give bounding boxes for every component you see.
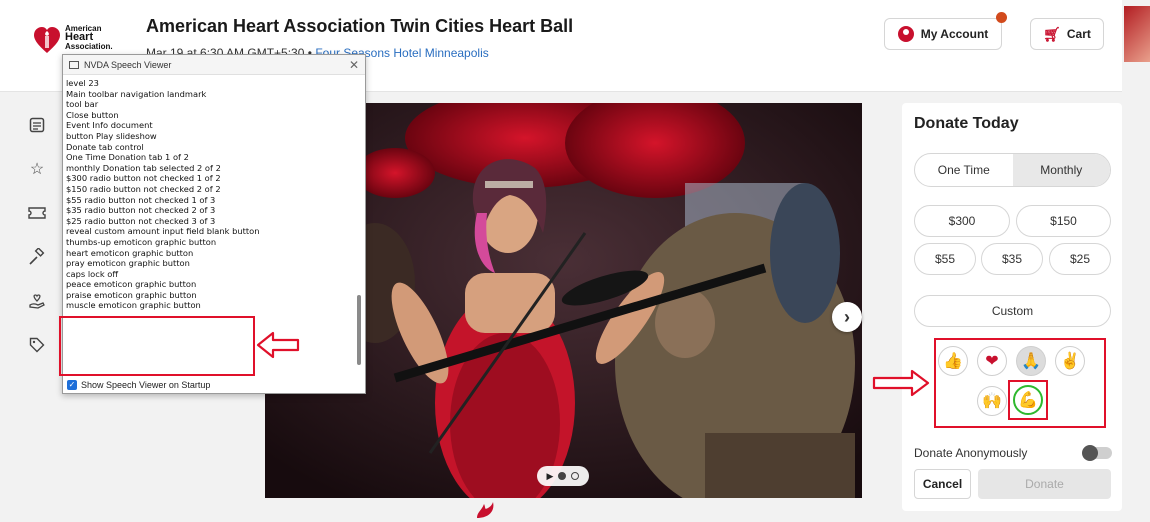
donate-panel: Donate Today One Time Monthly $300 $150 … (902, 103, 1122, 511)
speech-log-line: praise emoticon graphic button (66, 289, 197, 300)
donate-title: Donate Today (914, 115, 1019, 132)
cart-icon: 🛒︎ (1043, 25, 1061, 42)
amount-35-radio[interactable]: $35 (981, 243, 1043, 275)
annotation-highlight-muscle (1008, 380, 1048, 420)
nvda-close-icon[interactable]: ✕ (349, 58, 359, 72)
pray-emoticon-icon[interactable]: 🙏 (1016, 346, 1046, 376)
amount-300-radio[interactable]: $300 (914, 205, 1010, 237)
show-on-startup-checkbox[interactable]: ✓ (67, 380, 77, 390)
donation-frequency-tabs: One Time Monthly (914, 153, 1111, 187)
speech-log-line: monthly Donation tab selected 2 of 2 (66, 162, 221, 173)
ticket-icon[interactable] (22, 198, 52, 228)
speech-log-line: pray emoticon graphic button (66, 258, 190, 269)
my-account-label: My Account (920, 27, 989, 41)
speech-log-line: tool bar (66, 99, 99, 110)
speech-log-line: One Time Donation tab 1 of 2 (66, 152, 189, 163)
speech-log-line: Main toolbar navigation landmark (66, 88, 207, 99)
cart-button[interactable]: 🛒︎ Cart (1030, 18, 1104, 50)
speech-log-line: $25 radio button not checked 3 of 3 (66, 215, 216, 226)
thumbs-up-emoticon-icon[interactable]: 👍 (938, 346, 968, 376)
speech-log-line: Close button (66, 109, 119, 120)
annotation-left-arrow-icon (256, 331, 300, 359)
nvda-app-icon (69, 60, 79, 69)
speech-log-line: Event Info document (66, 120, 153, 131)
star-icon[interactable]: ☆ (22, 154, 52, 184)
donate-anonymously-label: Donate Anonymously (914, 446, 1028, 460)
event-title: American Heart Association Twin Cities H… (146, 16, 574, 36)
nvda-scrollbar-thumb[interactable] (357, 295, 361, 365)
speech-log-line: thumbs-up emoticon graphic button (66, 236, 217, 247)
show-on-startup-row[interactable]: ✓ Show Speech Viewer on Startup (67, 380, 210, 390)
tag-icon[interactable] (22, 330, 52, 360)
praise-emoticon-icon[interactable]: 🙌 (977, 386, 1007, 416)
speech-log-line: Donate tab control (66, 141, 144, 152)
notification-dot (996, 12, 1007, 23)
account-icon (897, 26, 914, 42)
annotation-right-arrow-icon (872, 369, 930, 397)
slide-dot-2[interactable] (571, 472, 580, 480)
donate-hand-heart-icon[interactable] (22, 286, 52, 316)
aha-torch-icon (477, 502, 494, 518)
carousel-next-button[interactable]: › (832, 302, 862, 332)
tab-one-time[interactable]: One Time (915, 154, 1013, 186)
auction-gavel-icon[interactable] (22, 242, 52, 272)
logo-wordmark: American Heart Association. (65, 24, 113, 51)
speech-log-line: $300 radio button not checked 1 of 2 (66, 173, 221, 184)
speech-log-line: muscle emoticon graphic button (66, 300, 201, 311)
speech-log-line: heart emoticon graphic button (66, 247, 194, 258)
left-rail: ☆ (22, 110, 56, 374)
donate-anonymously-toggle[interactable] (1082, 445, 1112, 461)
cancel-button[interactable]: Cancel (914, 469, 971, 499)
heart-emoticon-icon[interactable]: ❤ (977, 346, 1007, 376)
custom-amount-button[interactable]: Custom (914, 295, 1111, 327)
annotation-highlight-speech-lines (59, 316, 255, 376)
tab-monthly[interactable]: Monthly (1012, 154, 1110, 186)
speech-log-line: reveal custom amount input field blank b… (66, 226, 260, 237)
speech-log-line: level 23 (66, 78, 99, 88)
donate-button[interactable]: Donate (978, 469, 1111, 499)
speech-log-line: $35 radio button not checked 2 of 3 (66, 205, 216, 216)
speech-log-line: $55 radio button not checked 1 of 3 (66, 194, 216, 205)
speech-log-line: $150 radio button not checked 2 of 2 (66, 183, 221, 194)
nvda-window-title: NVDA Speech Viewer (84, 59, 172, 70)
slideshow-controls: ▶ (537, 466, 589, 486)
event-info-icon[interactable] (22, 110, 52, 140)
play-slideshow-icon[interactable]: ▶ (547, 471, 554, 482)
logo-line-2: Heart (65, 31, 94, 43)
aha-logo[interactable]: American Heart Association. (34, 22, 114, 54)
peace-emoticon-icon[interactable]: ✌ (1055, 346, 1085, 376)
nvda-titlebar[interactable]: NVDA Speech Viewer ✕ (63, 55, 365, 75)
speech-log-line: peace emoticon graphic button (66, 279, 197, 290)
cart-label: Cart (1066, 27, 1091, 41)
amount-55-radio[interactable]: $55 (914, 243, 976, 275)
speech-log-line: button Play slideshow (66, 130, 157, 141)
speech-log-line: caps lock off (66, 268, 119, 279)
my-account-button[interactable]: My Account (884, 18, 1002, 50)
show-on-startup-label: Show Speech Viewer on Startup (81, 380, 211, 390)
logo-line-3: Association. (65, 42, 113, 51)
heart-torch-logo-icon (34, 27, 60, 53)
amount-25-radio[interactable]: $25 (1049, 243, 1111, 275)
profile-thumbnail[interactable] (1124, 6, 1150, 62)
amount-150-radio[interactable]: $150 (1016, 205, 1111, 237)
slide-dot-1[interactable] (558, 472, 567, 480)
